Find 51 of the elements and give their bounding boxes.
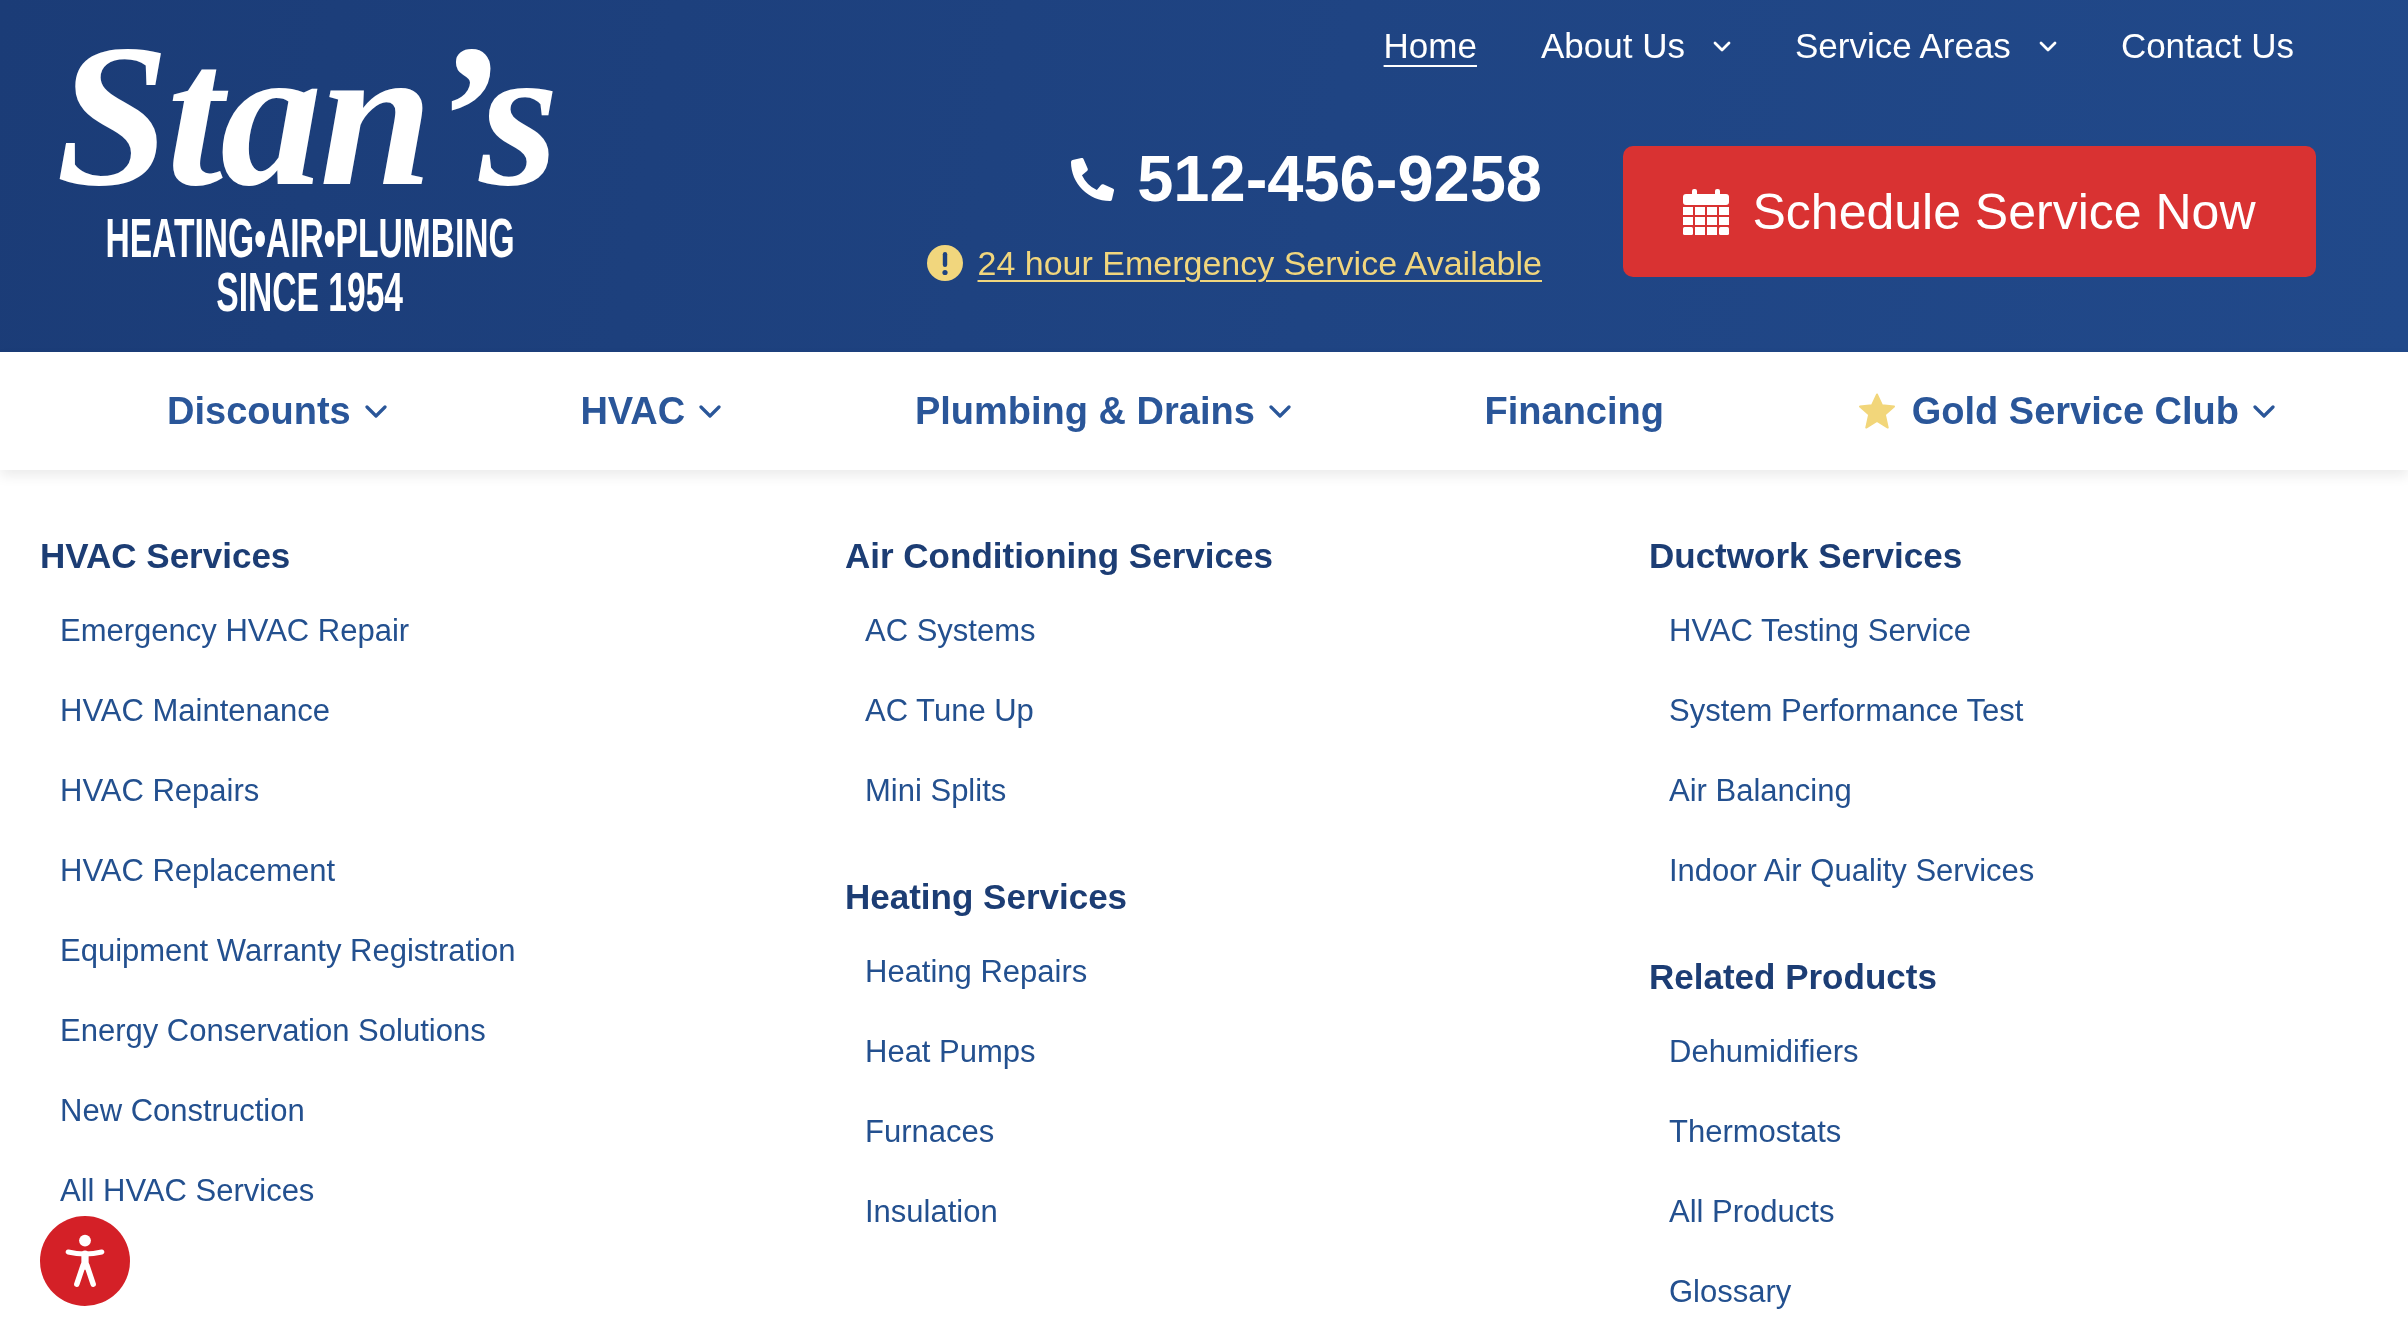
main-nav-link[interactable]: Discounts xyxy=(167,386,351,436)
menu-link[interactable]: Energy Conservation Solutions xyxy=(60,1009,486,1053)
menu-link[interactable]: All Products xyxy=(1669,1190,1835,1234)
menu-link[interactable]: Heating Repairs xyxy=(865,950,1088,994)
menu-link[interactable]: Insulation xyxy=(865,1190,998,1234)
menu-link[interactable]: Mini Splits xyxy=(865,769,1007,813)
top-nav-link[interactable]: Contact Us xyxy=(2120,22,2294,70)
phone-number-link[interactable]: 512-456-9258 xyxy=(1137,146,1542,212)
main-nav-link[interactable]: Financing xyxy=(1484,386,1664,436)
menu-link[interactable]: HVAC Testing Service xyxy=(1669,609,1972,653)
menu-link[interactable]: Dehumidifiers xyxy=(1669,1030,1859,1074)
chevron-down-icon[interactable] xyxy=(699,404,722,418)
menu-link[interactable]: Furnaces xyxy=(865,1110,995,1154)
top-nav-link[interactable]: Service Areas xyxy=(1794,22,2011,70)
menu-link[interactable]: HVAC Maintenance xyxy=(60,689,330,733)
menu-link[interactable]: Indoor Air Quality Services xyxy=(1669,849,2035,893)
schedule-service-button[interactable]: Schedule Service Now xyxy=(1623,146,2316,277)
accessibility-icon xyxy=(65,1233,105,1289)
menu-section-heading: Air Conditioning Services xyxy=(845,535,1273,577)
menu-link[interactable]: System Performance Test xyxy=(1669,689,2024,733)
phone-icon xyxy=(1071,157,1115,201)
menu-section-heading: HVAC Services xyxy=(40,535,291,577)
menu-link[interactable]: AC Systems xyxy=(865,609,1036,653)
menu-link[interactable]: Heat Pumps xyxy=(865,1030,1036,1074)
menu-link[interactable]: Equipment Warranty Registration xyxy=(60,929,516,973)
logo-since-text: SINCE 1954 xyxy=(216,264,404,320)
chevron-down-icon[interactable] xyxy=(364,404,387,418)
emergency-service-link[interactable]: 24 hour Emergency Service Available xyxy=(977,241,1542,285)
menu-section-heading: Heating Services xyxy=(845,876,1128,918)
chevron-down-icon[interactable] xyxy=(2253,404,2275,418)
menu-link[interactable]: Air Balancing xyxy=(1669,769,1852,813)
menu-link[interactable]: Emergency HVAC Repair xyxy=(60,609,410,653)
main-nav-link[interactable]: Plumbing & Drains xyxy=(914,386,1255,436)
menu-link[interactable]: All HVAC Services xyxy=(60,1169,315,1213)
menu-link[interactable]: AC Tune Up xyxy=(865,689,1034,733)
menu-link[interactable]: Glossary xyxy=(1669,1270,1792,1314)
chevron-down-icon[interactable] xyxy=(1268,404,1291,418)
calendar-icon xyxy=(1683,188,1730,235)
top-nav-link[interactable]: Home xyxy=(1383,22,1477,70)
main-nav-link[interactable]: HVAC xyxy=(580,386,686,436)
menu-link[interactable]: Thermostats xyxy=(1669,1110,1842,1154)
logo-wordmark[interactable]: Stan’s xyxy=(50,28,570,202)
menu-link[interactable]: HVAC Replacement xyxy=(60,849,336,893)
menu-section-heading: Related Products xyxy=(1649,956,1937,998)
exclamation-circle-icon xyxy=(926,245,963,281)
main-nav-link[interactable]: Gold Service Club xyxy=(1911,386,2239,436)
top-nav-link[interactable]: About Us xyxy=(1540,22,1685,70)
menu-link[interactable]: HVAC Repairs xyxy=(60,769,260,813)
menu-link[interactable]: New Construction xyxy=(60,1089,305,1133)
logo-tagline: HEATING•AIR•PLUMBING xyxy=(105,210,515,266)
menu-section-heading: Ductwork Services xyxy=(1649,535,1963,577)
